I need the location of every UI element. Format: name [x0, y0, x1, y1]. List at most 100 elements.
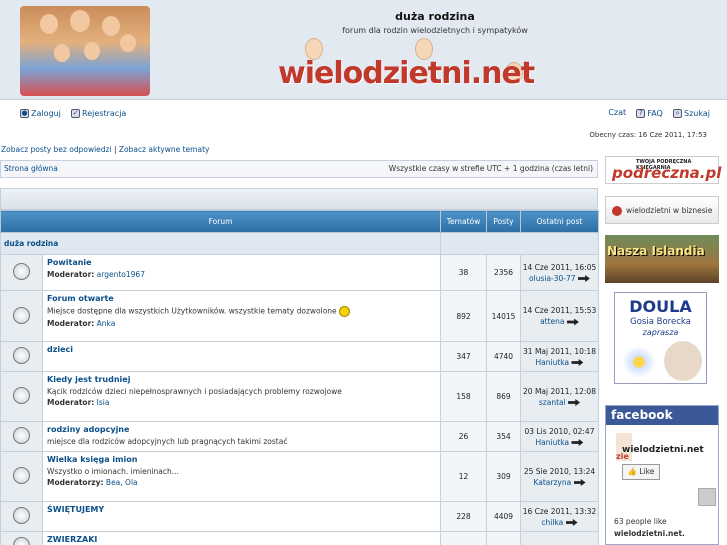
- register-icon: ✓: [71, 109, 81, 118]
- doula-sub: zaprasza: [642, 328, 679, 337]
- register-link[interactable]: ✓ Rejestracja: [71, 109, 126, 118]
- forum-name-link[interactable]: ŚWIĘTUJEMY: [47, 505, 436, 514]
- forum-row: ZWIERZAKI: [0, 531, 599, 545]
- flower-image: [619, 343, 659, 381]
- breadcrumb-home[interactable]: Strona główna: [4, 164, 58, 173]
- forum-name-link[interactable]: Powitanie: [47, 258, 436, 267]
- post-count: 309: [486, 451, 521, 502]
- forum-read-icon: [13, 507, 30, 524]
- forum-row: ŚWIĘTUJEMY 228 4409 16 Cze 2011, 13:32 chilk…: [0, 501, 599, 532]
- last-post-date: 03 Lis 2010, 02:47: [524, 426, 595, 436]
- last-post-date: 14 Cze 2011, 16:05: [522, 262, 597, 272]
- last-post-user[interactable]: attena: [540, 317, 564, 326]
- last-post-cell: [520, 531, 599, 545]
- topic-count: 26: [440, 421, 487, 452]
- faq-icon: ?: [636, 109, 646, 118]
- post-count: 4740: [486, 341, 521, 372]
- forum-read-icon: [13, 427, 30, 444]
- last-post-user[interactable]: szantal: [539, 398, 566, 407]
- last-post-date: 31 Maj 2011, 10:18: [523, 346, 596, 356]
- last-post-cell: 14 Cze 2011, 16:05 olusia-30-77: [520, 254, 599, 291]
- last-post-cell: 20 Maj 2011, 12:08 szantal: [520, 371, 599, 422]
- islandia-ad[interactable]: Nasza Islandia: [605, 235, 719, 283]
- forum-read-icon: [13, 467, 30, 484]
- go-to-post-icon[interactable]: [577, 275, 590, 282]
- podreczna-ad[interactable]: TWOJA PODRĘCZNA KSIĘGARNIA podreczna.pl: [605, 156, 722, 184]
- forum-read-icon: [13, 387, 30, 404]
- go-to-post-icon[interactable]: [571, 439, 584, 446]
- forum-row: Powitanie Moderator: argento1967 38 2356 14 …: [0, 254, 599, 291]
- last-post-user[interactable]: Haniutka: [536, 358, 570, 367]
- search-icon: ⌕: [673, 109, 683, 118]
- go-to-post-icon[interactable]: [568, 399, 581, 406]
- last-post-user[interactable]: chilka: [541, 518, 563, 527]
- forum-name-link[interactable]: rodziny adopcyjne: [47, 425, 436, 434]
- last-post-cell: 03 Lis 2010, 02:47 Haniutka: [520, 421, 599, 452]
- last-post-cell: 16 Cze 2011, 13:32 chilka: [520, 501, 599, 532]
- forum-row: dzieci 347 4740 31 Maj 2011, 10:18 Haniutka: [0, 341, 599, 372]
- forum-description: Kącik rodziców dzieci niepełnosprawnych …: [47, 387, 342, 396]
- post-count: 4409: [486, 501, 521, 532]
- site-title: duża rodzina: [395, 10, 475, 23]
- post-count: 354: [486, 421, 521, 452]
- business-ad-label: wielodzietni w biznesie: [626, 206, 713, 215]
- forum-read-icon: [13, 263, 30, 280]
- forum-read-icon: [13, 347, 30, 364]
- search-link[interactable]: ⌕ Szukaj: [673, 109, 710, 118]
- forum-column-header: Forum: [0, 210, 441, 233]
- go-to-post-icon[interactable]: [571, 359, 584, 366]
- post-count: 14015: [486, 290, 521, 342]
- forum-name-link[interactable]: ZWIERZAKI: [47, 535, 436, 544]
- category-link[interactable]: duża rodzina: [4, 239, 58, 248]
- timezone-note: Wszystkie czasy w strefie UTC + 1 godzin…: [388, 164, 593, 173]
- last-post-user[interactable]: Katarzyna: [533, 478, 571, 487]
- breadcrumb: Strona główna Wszystkie czasy w strefie …: [0, 160, 598, 178]
- topics-column-header: Tematów: [440, 210, 487, 233]
- forum-name-link[interactable]: dzieci: [47, 345, 436, 354]
- go-to-post-icon[interactable]: [573, 479, 586, 486]
- forum-row: Forum otwarte Miejsce dostępne dla wszyst…: [0, 290, 599, 342]
- post-count: 869: [486, 371, 521, 422]
- last-post-user[interactable]: olusia-30-77: [529, 274, 576, 283]
- facebook-like-button[interactable]: 👍 Like: [622, 464, 660, 480]
- business-ad[interactable]: wielodzietni w biznesie: [605, 196, 719, 224]
- link-separator: |: [113, 145, 117, 154]
- unanswered-posts-link[interactable]: Zobacz posty bez odpowiedzi: [1, 145, 112, 154]
- last-post-cell: 14 Cze 2011, 15:53 attena: [520, 290, 599, 342]
- forum-name-link[interactable]: Wielka księga imion: [47, 455, 436, 464]
- forum-name-link[interactable]: Forum otwarte: [47, 294, 436, 303]
- register-label: Rejestracja: [82, 109, 127, 118]
- forum-row: Kiedy jest trudniej Kącik rodziców dzieci…: [0, 371, 599, 422]
- faq-link[interactable]: ? FAQ: [636, 109, 663, 118]
- last-post-column-header: Ostatni post: [520, 210, 599, 233]
- login-link[interactable]: ● Zaloguj: [20, 109, 61, 118]
- podreczna-logo: podreczna.pl: [612, 164, 722, 182]
- go-to-post-icon[interactable]: [566, 318, 579, 326]
- forum-description: Wszystko o imionach. imieninach...: [47, 467, 179, 476]
- go-to-post-icon[interactable]: [565, 519, 578, 526]
- moderator-link[interactable]: Isia: [97, 398, 110, 407]
- last-post-date: 25 Sie 2010, 13:24: [523, 466, 596, 476]
- site-header: duża rodzina forum dla rodzin wielodziet…: [0, 0, 727, 100]
- topic-count: 12: [440, 451, 487, 502]
- family-photo: [20, 6, 150, 96]
- quick-links: Zobacz posty bez odpowiedzi | Zobacz akt…: [1, 145, 209, 154]
- last-post-user[interactable]: Haniutka: [536, 438, 570, 447]
- forum-moderator: Moderatorzy: Bea, Ola: [47, 478, 138, 487]
- moderator-link[interactable]: argento1967: [97, 270, 145, 279]
- doula-title: DOULA: [629, 297, 692, 316]
- facebook-page-name[interactable]: wielodzietni.net: [622, 445, 704, 455]
- last-post-date: 14 Cze 2011, 15:53: [522, 306, 597, 315]
- doula-name: Gosia Borecka: [630, 317, 691, 327]
- login-icon: ●: [20, 109, 29, 118]
- chat-link[interactable]: Czat: [608, 108, 626, 117]
- faq-label: FAQ: [647, 109, 663, 118]
- active-topics-link[interactable]: Zobacz aktywne tematy: [119, 145, 210, 154]
- moderator-link[interactable]: Anka: [97, 319, 116, 328]
- forum-name-link[interactable]: Kiedy jest trudniej: [47, 375, 436, 384]
- fan-count: 63 people like: [614, 517, 667, 526]
- doula-ad[interactable]: DOULA Gosia Borecka zaprasza: [614, 292, 707, 384]
- like-label: Like: [639, 467, 655, 476]
- moderator-link[interactable]: Bea, Ola: [106, 478, 138, 487]
- site-logo[interactable]: wielodzietni.net: [278, 56, 535, 91]
